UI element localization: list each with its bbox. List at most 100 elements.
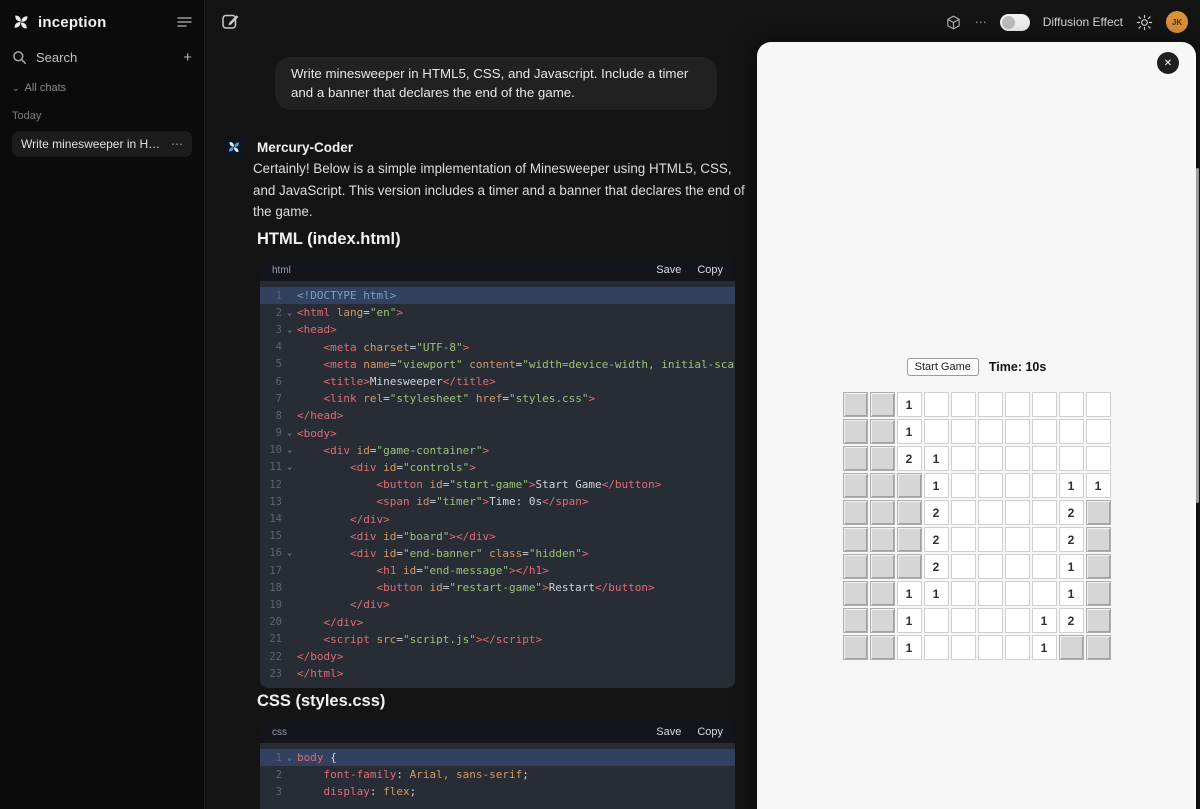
board-cell[interactable]: 2 [923,554,949,579]
board-cell[interactable] [1085,500,1111,525]
board-cell[interactable]: 1 [1058,581,1084,606]
board-cell[interactable] [869,419,895,444]
board-cell[interactable]: 1 [923,473,949,498]
board-cell[interactable] [842,392,868,417]
board-cell[interactable] [1004,608,1030,633]
board-cell[interactable] [1058,446,1084,471]
board-cell[interactable] [977,608,1003,633]
board-cell[interactable]: 1 [896,608,922,633]
board-cell[interactable] [1004,500,1030,525]
search-row[interactable]: Search + [12,46,192,68]
board-cell[interactable] [842,635,868,660]
board-cell[interactable]: 1 [1058,473,1084,498]
board-cell[interactable] [869,500,895,525]
board-cell[interactable] [977,500,1003,525]
chat-item-menu-icon[interactable]: ⋯ [171,138,183,150]
chat-list-item[interactable]: Write minesweeper in HTML5, CSS, and Jav… [12,131,192,157]
board-cell[interactable] [896,554,922,579]
board-cell[interactable] [1085,527,1111,552]
compose-icon[interactable] [221,12,240,31]
board-cell[interactable]: 2 [1058,608,1084,633]
board-cell[interactable] [950,500,976,525]
board-cell[interactable] [977,392,1003,417]
save-button[interactable]: Save [656,726,681,738]
board-cell[interactable]: 1 [896,635,922,660]
board-cell[interactable] [923,608,949,633]
board-cell[interactable]: 1 [923,446,949,471]
copy-button[interactable]: Copy [697,726,723,738]
scrollbar-thumb[interactable] [1196,168,1199,503]
board-cell[interactable] [869,581,895,606]
copy-button[interactable]: Copy [697,264,723,276]
board-cell[interactable] [977,419,1003,444]
board-cell[interactable] [1085,446,1111,471]
board-cell[interactable] [842,527,868,552]
board-cell[interactable]: 2 [896,446,922,471]
light-mode-sun-icon[interactable] [1136,14,1153,31]
user-avatar[interactable]: JK [1166,11,1188,33]
board-cell[interactable] [1004,473,1030,498]
board-cell[interactable]: 1 [1031,608,1057,633]
board-cell[interactable] [869,608,895,633]
board-cell[interactable] [977,473,1003,498]
board-cell[interactable] [1031,554,1057,579]
board-cell[interactable] [1004,581,1030,606]
board-cell[interactable] [869,635,895,660]
board-cell[interactable] [1058,635,1084,660]
board-cell[interactable]: 1 [1031,635,1057,660]
board-cell[interactable] [1004,446,1030,471]
board-cell[interactable] [950,473,976,498]
board-cell[interactable] [1031,581,1057,606]
board-cell[interactable] [1058,392,1084,417]
board-cell[interactable] [1031,392,1057,417]
board-cell[interactable]: 1 [896,419,922,444]
package-icon[interactable] [945,14,962,31]
board-cell[interactable] [1085,635,1111,660]
board-cell[interactable] [1031,527,1057,552]
board-cell[interactable] [1004,527,1030,552]
board-cell[interactable] [842,500,868,525]
board-cell[interactable] [1085,608,1111,633]
board-cell[interactable] [1004,419,1030,444]
board-cell[interactable] [950,419,976,444]
board-cell[interactable] [950,446,976,471]
board-cell[interactable] [869,392,895,417]
start-game-button[interactable]: Start Game [906,358,979,376]
board-cell[interactable] [977,581,1003,606]
more-options-icon[interactable]: ⋯ [975,16,987,28]
board-cell[interactable]: 2 [923,500,949,525]
board-cell[interactable] [869,554,895,579]
save-button[interactable]: Save [656,264,681,276]
board-cell[interactable] [842,446,868,471]
board-cell[interactable] [923,392,949,417]
board-cell[interactable] [869,473,895,498]
board-cell[interactable]: 1 [1058,554,1084,579]
board-cell[interactable] [950,635,976,660]
board-cell[interactable] [950,581,976,606]
board-cell[interactable] [950,527,976,552]
board-cell[interactable] [977,446,1003,471]
board-cell[interactable] [896,527,922,552]
board-cell[interactable]: 2 [923,527,949,552]
board-cell[interactable] [1085,554,1111,579]
board-cell[interactable] [896,473,922,498]
board-cell[interactable]: 2 [1058,500,1084,525]
board-cell[interactable]: 1 [1085,473,1111,498]
diffusion-effect-toggle[interactable] [999,13,1030,31]
board-cell[interactable] [1085,581,1111,606]
sidebar-collapse-icon[interactable] [177,16,192,28]
board-cell[interactable] [1031,473,1057,498]
board-cell[interactable] [869,527,895,552]
board-cell[interactable] [1058,419,1084,444]
board-cell[interactable] [1004,635,1030,660]
board-cell[interactable] [950,608,976,633]
board-cell[interactable]: 2 [1058,527,1084,552]
board-cell[interactable] [842,473,868,498]
board-cell[interactable] [842,419,868,444]
board-cell[interactable] [842,608,868,633]
board-cell[interactable] [923,635,949,660]
board-cell[interactable] [869,446,895,471]
close-icon[interactable]: ✕ [1157,52,1179,74]
board-cell[interactable] [842,581,868,606]
board-cell[interactable] [842,554,868,579]
